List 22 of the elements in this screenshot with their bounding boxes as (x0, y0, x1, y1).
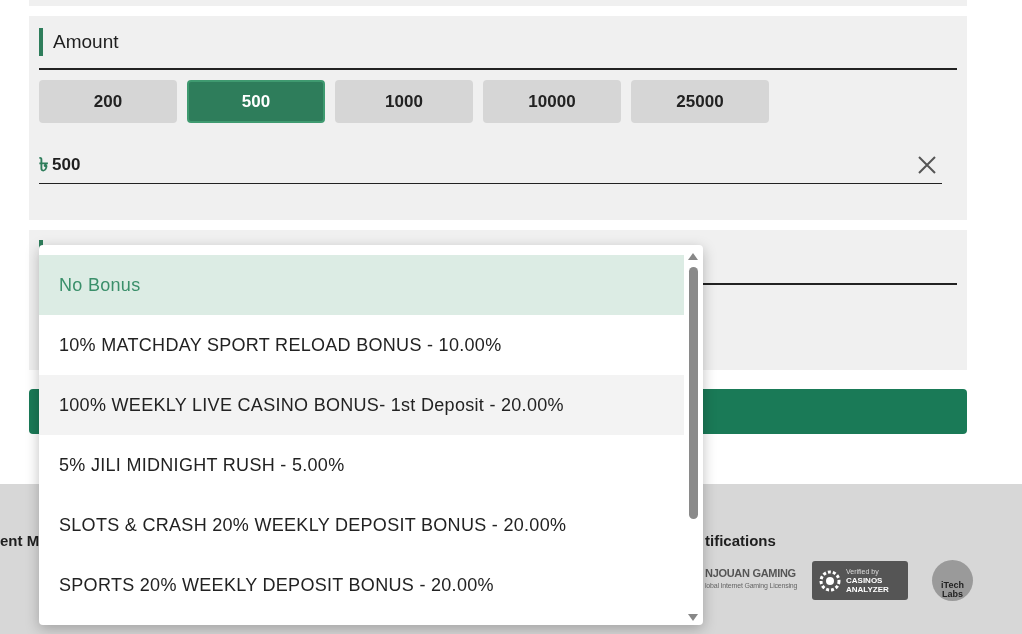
amount-preset-button[interactable]: 500 (187, 80, 325, 123)
accent-bar (39, 28, 43, 56)
scroll-up-icon[interactable] (688, 253, 698, 260)
amount-preset-button[interactable]: 25000 (631, 80, 769, 123)
footer-heading: ent M (0, 531, 40, 551)
amount-input[interactable]: ৳ 500 (39, 147, 942, 184)
amount-value: 500 (52, 154, 81, 177)
amount-preset-button[interactable]: 200 (39, 80, 177, 123)
logo-title: CASINOS ANALYZER (846, 575, 890, 594)
scrollbar-thumb[interactable] (688, 267, 698, 519)
scroll-down-icon[interactable] (688, 614, 698, 621)
scrollbar[interactable] (688, 253, 698, 621)
amount-preset-button[interactable]: 1000 (335, 80, 473, 123)
dropdown-option[interactable]: 100% WEEKLY LIVE CASINO BONUS- 1st Deposit - 20.00% (39, 375, 684, 435)
section-title: Amount (53, 29, 119, 54)
logo-title: iTech Labs (940, 581, 965, 599)
amount-preset-button[interactable]: 10000 (483, 80, 621, 123)
gear-icon (818, 568, 842, 593)
footer-heading: tifications (705, 531, 776, 551)
close-icon[interactable] (918, 156, 936, 174)
currency-symbol: ৳ (39, 152, 48, 177)
logo-title: NJOUAN GAMING (705, 566, 797, 581)
